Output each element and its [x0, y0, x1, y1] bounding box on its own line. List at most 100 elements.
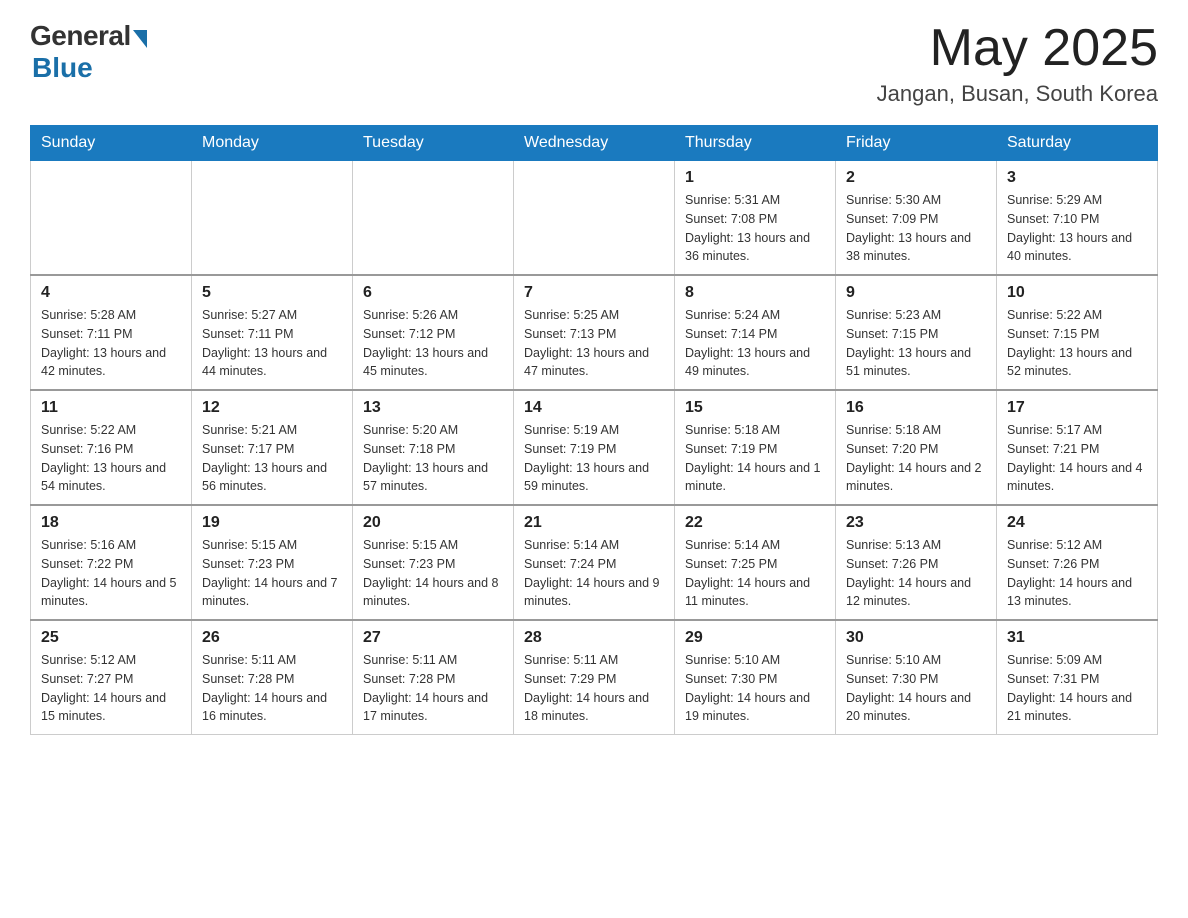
calendar-cell: 19 Sunrise: 5:15 AMSunset: 7:23 PMDayligh… — [192, 505, 353, 620]
calendar-cell — [353, 161, 514, 276]
day-info: Sunrise: 5:19 AMSunset: 7:19 PMDaylight:… — [524, 421, 664, 496]
calendar-day-header: Wednesday — [514, 126, 675, 161]
day-number: 2 — [846, 169, 986, 187]
day-number: 28 — [524, 629, 664, 647]
day-number: 30 — [846, 629, 986, 647]
calendar-cell: 27 Sunrise: 5:11 AMSunset: 7:28 PMDayligh… — [353, 620, 514, 735]
day-info: Sunrise: 5:11 AMSunset: 7:29 PMDaylight:… — [524, 651, 664, 726]
day-info: Sunrise: 5:16 AMSunset: 7:22 PMDaylight:… — [41, 536, 181, 611]
calendar-cell — [31, 161, 192, 276]
logo-blue-text: Blue — [32, 52, 93, 84]
day-number: 15 — [685, 399, 825, 417]
calendar-cell: 24 Sunrise: 5:12 AMSunset: 7:26 PMDayligh… — [997, 505, 1158, 620]
calendar-cell: 10 Sunrise: 5:22 AMSunset: 7:15 PMDayligh… — [997, 275, 1158, 390]
day-info: Sunrise: 5:12 AMSunset: 7:27 PMDaylight:… — [41, 651, 181, 726]
day-number: 20 — [363, 514, 503, 532]
day-info: Sunrise: 5:21 AMSunset: 7:17 PMDaylight:… — [202, 421, 342, 496]
day-info: Sunrise: 5:26 AMSunset: 7:12 PMDaylight:… — [363, 306, 503, 381]
calendar-week-row: 4Sunrise: 5:28 AMSunset: 7:11 PMDaylight… — [31, 275, 1158, 390]
title-area: May 2025 Jangan, Busan, South Korea — [877, 20, 1158, 107]
day-number: 25 — [41, 629, 181, 647]
day-number: 18 — [41, 514, 181, 532]
day-info: Sunrise: 5:24 AMSunset: 7:14 PMDaylight:… — [685, 306, 825, 381]
day-info: Sunrise: 5:14 AMSunset: 7:25 PMDaylight:… — [685, 536, 825, 611]
calendar-day-header: Saturday — [997, 126, 1158, 161]
calendar-week-row: 11Sunrise: 5:22 AMSunset: 7:16 PMDayligh… — [31, 390, 1158, 505]
calendar-day-header: Tuesday — [353, 126, 514, 161]
day-number: 27 — [363, 629, 503, 647]
calendar-cell: 16Sunrise: 5:18 AMSunset: 7:20 PMDayligh… — [836, 390, 997, 505]
day-info: Sunrise: 5:11 AMSunset: 7:28 PMDaylight:… — [363, 651, 503, 726]
day-number: 14 — [524, 399, 664, 417]
day-number: 17 — [1007, 399, 1147, 417]
day-number: 7 — [524, 284, 664, 302]
calendar-cell: 25 Sunrise: 5:12 AMSunset: 7:27 PMDayligh… — [31, 620, 192, 735]
day-number: 22 — [685, 514, 825, 532]
calendar-cell: 20Sunrise: 5:15 AMSunset: 7:23 PMDayligh… — [353, 505, 514, 620]
calendar-cell: 11Sunrise: 5:22 AMSunset: 7:16 PMDayligh… — [31, 390, 192, 505]
day-info: Sunrise: 5:28 AMSunset: 7:11 PMDaylight:… — [41, 306, 181, 381]
calendar-day-header: Thursday — [675, 126, 836, 161]
calendar-day-header: Monday — [192, 126, 353, 161]
calendar-cell: 23 Sunrise: 5:13 AMSunset: 7:26 PMDayligh… — [836, 505, 997, 620]
day-number: 29 — [685, 629, 825, 647]
day-info: Sunrise: 5:14 AMSunset: 7:24 PMDaylight:… — [524, 536, 664, 611]
calendar-cell: 1Sunrise: 5:31 AMSunset: 7:08 PMDaylight… — [675, 161, 836, 276]
day-number: 10 — [1007, 284, 1147, 302]
day-info: Sunrise: 5:18 AMSunset: 7:20 PMDaylight:… — [846, 421, 986, 496]
day-info: Sunrise: 5:10 AMSunset: 7:30 PMDaylight:… — [685, 651, 825, 726]
calendar-cell: 12 Sunrise: 5:21 AMSunset: 7:17 PMDayligh… — [192, 390, 353, 505]
day-info: Sunrise: 5:22 AMSunset: 7:16 PMDaylight:… — [41, 421, 181, 496]
day-number: 12 — [202, 399, 342, 417]
day-info: Sunrise: 5:22 AMSunset: 7:15 PMDaylight:… — [1007, 306, 1147, 381]
day-number: 24 — [1007, 514, 1147, 532]
calendar-cell: 14 Sunrise: 5:19 AMSunset: 7:19 PMDayligh… — [514, 390, 675, 505]
calendar-cell: 28 Sunrise: 5:11 AMSunset: 7:29 PMDayligh… — [514, 620, 675, 735]
day-number: 23 — [846, 514, 986, 532]
day-number: 19 — [202, 514, 342, 532]
calendar-cell: 13 Sunrise: 5:20 AMSunset: 7:18 PMDayligh… — [353, 390, 514, 505]
day-info: Sunrise: 5:09 AMSunset: 7:31 PMDaylight:… — [1007, 651, 1147, 726]
day-info: Sunrise: 5:29 AMSunset: 7:10 PMDaylight:… — [1007, 191, 1147, 266]
calendar-cell: 3 Sunrise: 5:29 AMSunset: 7:10 PMDaylight… — [997, 161, 1158, 276]
calendar-cell: 5 Sunrise: 5:27 AMSunset: 7:11 PMDaylight… — [192, 275, 353, 390]
day-info: Sunrise: 5:13 AMSunset: 7:26 PMDaylight:… — [846, 536, 986, 611]
calendar-day-header: Friday — [836, 126, 997, 161]
logo-general-text: General — [30, 20, 131, 52]
calendar-cell: 22 Sunrise: 5:14 AMSunset: 7:25 PMDayligh… — [675, 505, 836, 620]
calendar-table: SundayMondayTuesdayWednesdayThursdayFrid… — [30, 125, 1158, 735]
calendar-cell: 9Sunrise: 5:23 AMSunset: 7:15 PMDaylight… — [836, 275, 997, 390]
day-info: Sunrise: 5:17 AMSunset: 7:21 PMDaylight:… — [1007, 421, 1147, 496]
day-info: Sunrise: 5:15 AMSunset: 7:23 PMDaylight:… — [202, 536, 342, 611]
calendar-day-header: Sunday — [31, 126, 192, 161]
day-number: 13 — [363, 399, 503, 417]
day-number: 26 — [202, 629, 342, 647]
day-info: Sunrise: 5:11 AMSunset: 7:28 PMDaylight:… — [202, 651, 342, 726]
day-number: 8 — [685, 284, 825, 302]
calendar-cell: 30 Sunrise: 5:10 AMSunset: 7:30 PMDayligh… — [836, 620, 997, 735]
month-title: May 2025 — [877, 20, 1158, 77]
calendar-cell: 6Sunrise: 5:26 AMSunset: 7:12 PMDaylight… — [353, 275, 514, 390]
day-info: Sunrise: 5:12 AMSunset: 7:26 PMDaylight:… — [1007, 536, 1147, 611]
day-info: Sunrise: 5:23 AMSunset: 7:15 PMDaylight:… — [846, 306, 986, 381]
calendar-header-row: SundayMondayTuesdayWednesdayThursdayFrid… — [31, 126, 1158, 161]
calendar-cell: 4Sunrise: 5:28 AMSunset: 7:11 PMDaylight… — [31, 275, 192, 390]
day-number: 3 — [1007, 169, 1147, 187]
location-title: Jangan, Busan, South Korea — [877, 81, 1158, 107]
calendar-week-row: 25 Sunrise: 5:12 AMSunset: 7:27 PMDayligh… — [31, 620, 1158, 735]
calendar-cell: 26 Sunrise: 5:11 AMSunset: 7:28 PMDayligh… — [192, 620, 353, 735]
calendar-cell: 18 Sunrise: 5:16 AMSunset: 7:22 PMDayligh… — [31, 505, 192, 620]
calendar-cell: 21Sunrise: 5:14 AMSunset: 7:24 PMDayligh… — [514, 505, 675, 620]
day-number: 5 — [202, 284, 342, 302]
day-info: Sunrise: 5:10 AMSunset: 7:30 PMDaylight:… — [846, 651, 986, 726]
day-info: Sunrise: 5:31 AMSunset: 7:08 PMDaylight:… — [685, 191, 825, 266]
day-info: Sunrise: 5:20 AMSunset: 7:18 PMDaylight:… — [363, 421, 503, 496]
calendar-cell — [192, 161, 353, 276]
calendar-week-row: 18 Sunrise: 5:16 AMSunset: 7:22 PMDayligh… — [31, 505, 1158, 620]
day-info: Sunrise: 5:25 AMSunset: 7:13 PMDaylight:… — [524, 306, 664, 381]
calendar-cell: 17 Sunrise: 5:17 AMSunset: 7:21 PMDayligh… — [997, 390, 1158, 505]
calendar-week-row: 1Sunrise: 5:31 AMSunset: 7:08 PMDaylight… — [31, 161, 1158, 276]
day-info: Sunrise: 5:27 AMSunset: 7:11 PMDaylight:… — [202, 306, 342, 381]
calendar-cell: 15Sunrise: 5:18 AMSunset: 7:19 PMDayligh… — [675, 390, 836, 505]
calendar-cell: 31Sunrise: 5:09 AMSunset: 7:31 PMDayligh… — [997, 620, 1158, 735]
